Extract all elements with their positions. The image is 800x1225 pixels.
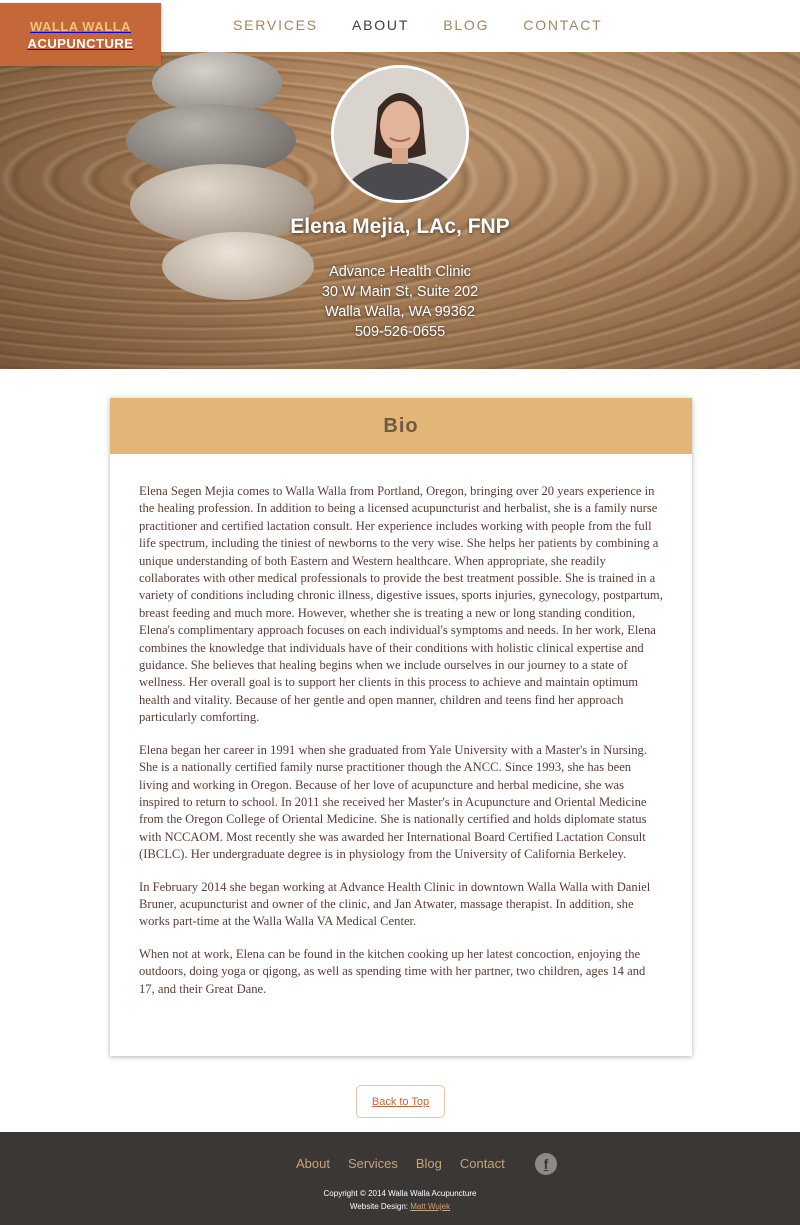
footer-link-contact[interactable]: Contact <box>460 1156 505 1171</box>
main-nav: SERVICES ABOUT BLOG CONTACT <box>233 17 603 33</box>
designer-link[interactable]: Matt Wujek <box>410 1202 450 1211</box>
portrait-image <box>334 68 466 200</box>
footer-nav: About Services Blog Contact <box>296 1156 523 1171</box>
copyright-text: Copyright © 2014 Walla Walla Acupuncture <box>323 1189 477 1198</box>
back-to-top-button[interactable]: Back to Top <box>356 1085 445 1118</box>
practitioner-portrait <box>331 65 469 203</box>
footer-credits: Copyright © 2014 Walla Walla Acupuncture… <box>0 1187 800 1213</box>
bio-card: Bio Elena Segen Mejia comes to Walla Wal… <box>110 398 692 1056</box>
nav-contact[interactable]: CONTACT <box>523 17 602 33</box>
nav-blog[interactable]: BLOG <box>443 17 489 33</box>
hero-banner: Elena Mejia, LAc, FNP Advance Health Cli… <box>0 52 800 369</box>
clinic-name: Advance Health Clinic <box>329 264 471 280</box>
design-credit: Website Design: Matt Wujek <box>0 1200 800 1213</box>
footer-link-services[interactable]: Services <box>348 1156 398 1171</box>
site-footer: About Services Blog Contact f Copyright … <box>0 1132 800 1225</box>
facebook-icon[interactable]: f <box>535 1153 557 1175</box>
nav-about[interactable]: ABOUT <box>352 17 409 33</box>
logo-line-1: WALLA WALLA <box>29 18 132 34</box>
clinic-street: 30 W Main St, Suite 202 <box>321 284 479 300</box>
bio-paragraph: Elena began her career in 1991 when she … <box>139 742 647 862</box>
footer-link-about[interactable]: About <box>296 1156 330 1171</box>
clinic-city: Walla Walla, WA 99362 <box>325 304 475 320</box>
bio-paragraph: In February 2014 she began working at Ad… <box>139 879 651 929</box>
practitioner-name: Elena Mejia, LAc, FNP <box>290 215 510 238</box>
site-logo[interactable]: WALLA WALLA ACUPUNCTURE <box>0 3 161 66</box>
nav-services[interactable]: SERVICES <box>233 17 318 33</box>
clinic-address: Advance Health Clinic 30 W Main St, Suit… <box>0 262 800 342</box>
logo-line-2: ACUPUNCTURE <box>27 35 134 51</box>
bio-paragraph: Elena Segen Mejia comes to Walla Walla f… <box>139 484 663 725</box>
bio-card-header: Bio <box>110 398 692 454</box>
footer-link-blog[interactable]: Blog <box>416 1156 442 1171</box>
bio-content: Elena Segen Mejia comes to Walla Walla f… <box>110 454 692 998</box>
design-credit-label: Website Design: <box>349 1202 408 1211</box>
clinic-phone[interactable]: 509-526-0655 <box>0 322 800 342</box>
bio-title: Bio <box>383 414 419 437</box>
bio-paragraph: When not at work, Elena can be found in … <box>139 946 646 996</box>
